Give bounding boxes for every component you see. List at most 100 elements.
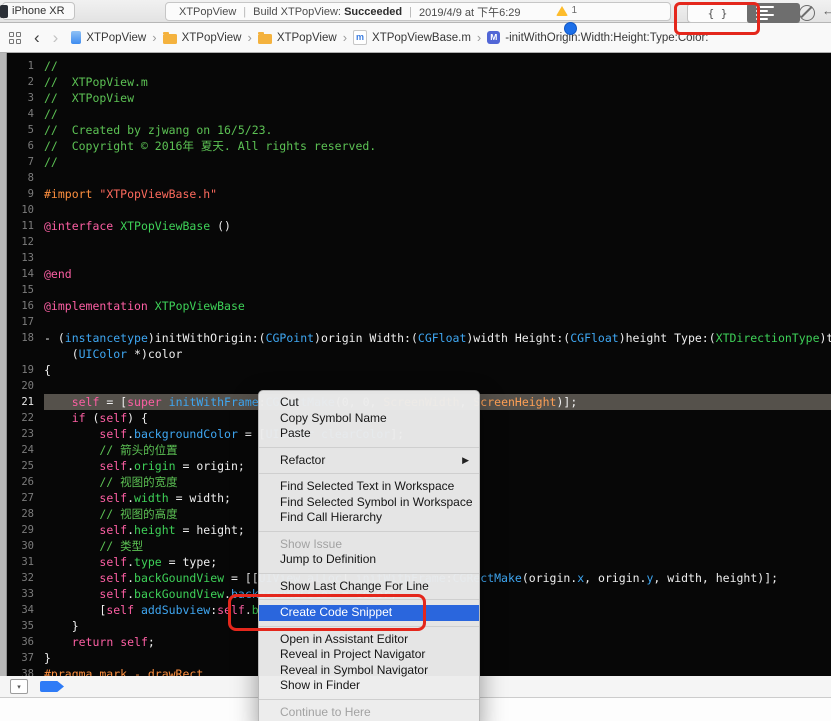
status-divider: | <box>243 5 247 18</box>
menu-separator <box>259 698 479 700</box>
context-menu: Cut Copy Symbol Name Paste Refactor ▶ Find Se… <box>258 390 480 721</box>
run-destination-button[interactable]: iPhone XR <box>0 2 75 20</box>
code-line[interactable]: 11 @interface XTPopViewBase () <box>0 218 831 234</box>
code-text: // Copyright © 2016年 夏天. All rights rese… <box>44 139 377 153</box>
warning-badge[interactable]: 1 <box>556 5 577 16</box>
menu-item-create-code-snippet[interactable]: Create Code Snippet <box>259 605 479 621</box>
breadcrumb-separator: › <box>247 30 252 45</box>
code-text: // Created by zjwang on 16/5/23. <box>44 123 273 137</box>
breadcrumb-label: -initWithOrigin:Width:Height:Type:Color: <box>505 31 709 44</box>
menu-item-jump-to-definition[interactable]: Jump to Definition <box>259 552 479 568</box>
code-line[interactable]: (UIColor *)color <box>0 346 831 362</box>
code-line[interactable]: 3// XTPopView <box>0 90 831 106</box>
menu-item-open-in-assistant-editor[interactable]: Open in Assistant Editor <box>259 632 479 648</box>
back-button[interactable]: ‹ <box>34 29 40 46</box>
code-line[interactable]: 10 <box>0 202 831 218</box>
code-text: { <box>44 363 51 377</box>
folder-icon <box>162 31 177 44</box>
status-datetime: 2019/4/9 at 下午6:29 <box>419 6 521 19</box>
breadcrumb-label: XTPopView <box>276 31 337 44</box>
menu-item-cut[interactable]: Cut <box>259 395 479 411</box>
code-line[interactable]: 19{ <box>0 362 831 378</box>
code-line[interactable]: 17 <box>0 314 831 330</box>
code-line[interactable]: 13 <box>0 250 831 266</box>
code-text: // <box>44 59 58 73</box>
code-text: // XTPopView <box>44 91 135 105</box>
breadcrumb-item[interactable]: XTPopView <box>257 31 337 44</box>
menu-item-copy-symbol-name[interactable]: Copy Symbol Name <box>259 411 479 427</box>
breadcrumb-item[interactable]: XTPopView <box>162 31 242 44</box>
menu-item-reveal-in-symbol-navigator[interactable]: Reveal in Symbol Navigator <box>259 663 479 679</box>
xcode-window: iPhone XR XTPopView | Build XTPopView: S… <box>0 0 831 721</box>
toolbar: iPhone XR XTPopView | Build XTPopView: S… <box>0 0 831 23</box>
code-text: // <box>44 155 58 169</box>
menu-separator <box>259 625 479 627</box>
menu-item-reveal-in-project-navigator[interactable]: Reveal in Project Navigator <box>259 647 479 663</box>
code-text: @end <box>44 267 72 281</box>
status-project: XTPopView <box>179 5 237 18</box>
breadcrumb-separator: › <box>476 30 482 45</box>
menu-separator <box>259 572 479 574</box>
cursor-click-indicator <box>564 22 577 35</box>
breadcrumb: XTPopView › XTPopView › XTPopView › m XTPopView… <box>71 30 709 45</box>
menu-separator <box>259 446 479 448</box>
menu-item-show-in-finder[interactable]: Show in Finder <box>259 678 479 694</box>
breakpoint-icon[interactable] <box>40 681 64 692</box>
code-line[interactable]: 7// <box>0 154 831 170</box>
menu-separator <box>259 530 479 532</box>
code-line[interactable]: 16 @implementation XTPopViewBase <box>0 298 831 314</box>
list-view-button[interactable] <box>747 3 800 23</box>
menu-item-refactor[interactable]: Refactor ▶ <box>259 453 479 469</box>
iphone-icon <box>0 4 8 18</box>
menu-item-find-selected-symbol-in-workspace[interactable]: Find Selected Symbol in Workspace <box>259 495 479 511</box>
code-text: (UIColor *)color <box>44 347 183 361</box>
code-line[interactable]: 5// Created by zjwang on 16/5/23. <box>0 122 831 138</box>
warning-count: 1 <box>571 5 577 16</box>
code-line[interactable]: 14 @end <box>0 266 831 282</box>
navigator-divider[interactable] <box>0 53 7 676</box>
circle-slash-icon[interactable] <box>799 5 815 21</box>
filter-icon[interactable]: ▾ <box>10 679 28 694</box>
code-text: - (instancetype)initWithOrigin:(CGPoint)… <box>44 331 831 345</box>
back-arrow-icon[interactable]: ← <box>822 3 831 18</box>
code-line[interactable]: 12 <box>0 234 831 250</box>
menu-separator <box>259 599 479 600</box>
method-icon: M <box>487 31 501 44</box>
code-line[interactable]: 4// <box>0 106 831 122</box>
menu-item-find-call-hierarchy[interactable]: Find Call Hierarchy <box>259 510 479 526</box>
code-line[interactable]: 8 <box>0 170 831 186</box>
code-line[interactable]: 2// XTPopView.m <box>0 74 831 90</box>
code-text: @implementation XTPopViewBase <box>44 299 245 313</box>
breadcrumb-label: XTPopView <box>181 31 242 44</box>
breadcrumb-item[interactable]: XTPopView <box>71 31 146 44</box>
code-line[interactable]: 18- (instancetype)initWithOrigin:(CGPoin… <box>0 330 831 346</box>
status-divider: | <box>409 5 413 18</box>
breadcrumb-item[interactable]: m XTPopViewBase.m <box>353 30 471 45</box>
code-text: @interface XTPopViewBase () <box>44 219 231 233</box>
code-text: #import "XTPopViewBase.h" <box>44 187 218 201</box>
breadcrumb-label: XTPopView <box>86 31 147 44</box>
related-items-icon[interactable] <box>9 31 21 44</box>
menu-item-show-issue: Show Issue <box>280 536 343 551</box>
forward-button[interactable]: › <box>53 29 59 46</box>
lines-icon <box>756 6 774 8</box>
objc-file-icon: m <box>353 30 368 45</box>
code-snippet-library-button[interactable]: { } <box>687 3 748 23</box>
code-line[interactable]: 15 <box>0 282 831 298</box>
breadcrumb-label: XTPopViewBase.m <box>372 31 471 44</box>
menu-item-show-last-change-for-line[interactable]: Show Last Change For Line <box>259 579 479 595</box>
breadcrumb-separator: › <box>152 30 157 45</box>
submenu-arrow-icon: ▶ <box>462 454 469 465</box>
code-line[interactable]: 1// <box>0 58 831 74</box>
breadcrumb-item[interactable]: M -initWithOrigin:Width:Height:Type:Color… <box>487 31 709 44</box>
jump-bar: ‹ › XTPopView › XTPopView › XTPopView › m XTPop… <box>0 23 831 53</box>
code-line[interactable]: 9 #import "XTPopViewBase.h" <box>0 186 831 202</box>
menu-item-find-selected-text-in-workspace[interactable]: Find Selected Text in Workspace <box>259 479 479 495</box>
project-file-icon <box>71 31 82 44</box>
activity-viewer[interactable]: XTPopView | Build XTPopView: Succeeded |… <box>165 2 671 21</box>
code-line[interactable]: 6// Copyright © 2016年 夏天. All rights res… <box>0 138 831 154</box>
menu-item-paste[interactable]: Paste <box>259 426 479 442</box>
